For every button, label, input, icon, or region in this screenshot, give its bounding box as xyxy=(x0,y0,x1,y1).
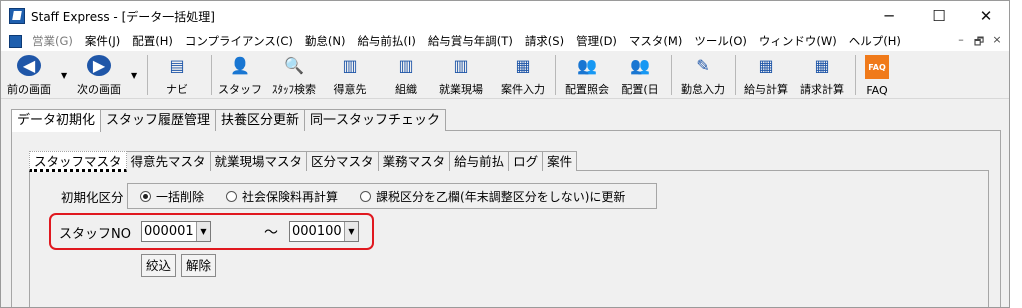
tab-business-master[interactable]: 業務マスタ xyxy=(377,151,451,171)
mdi-close-button[interactable]: × xyxy=(989,33,1005,46)
toolbar: ◀ 前の画面 ▼ ▶ 次の画面 ▼ ▤ ナビ 👤 スタッフ 🔍 ｽﾀｯﾌ検索 ▥… xyxy=(1,51,1009,99)
tab-job[interactable]: 案件 xyxy=(542,151,578,171)
staff-search-icon: 🔍 xyxy=(284,56,304,75)
client-building-icon: ▥ xyxy=(342,56,358,75)
navi-window-icon: ▤ xyxy=(169,56,185,75)
tab-work-site-master[interactable]: 就業現場マスタ xyxy=(209,151,308,171)
minimize-button[interactable]: ─ xyxy=(866,1,912,31)
radio-checked-icon xyxy=(140,190,151,202)
billing-calc-icon: ▦ xyxy=(814,56,830,75)
app-window: Staff Express - [データ一括処理] ─ ☐ ✕ 営業(G) 案件… xyxy=(0,0,1010,308)
tab-staff-history[interactable]: スタッフ履歴管理 xyxy=(100,109,217,131)
menu-haichi[interactable]: 配置(H) xyxy=(126,31,179,51)
assignment-people-icon: 👥 xyxy=(577,56,597,75)
faq-icon: FAQ xyxy=(865,55,889,79)
next-screen-button[interactable]: ▶ 次の画面 xyxy=(73,53,125,97)
mdi-document-icon[interactable] xyxy=(9,34,22,48)
prev-dropdown-icon[interactable]: ▼ xyxy=(61,71,67,80)
toolbar-separator xyxy=(211,55,212,95)
toolbar-separator xyxy=(735,55,736,95)
attendance-edit-icon: ✎ xyxy=(696,56,710,75)
chevron-down-icon[interactable]: ▼ xyxy=(196,222,210,241)
staff-no-from-select[interactable]: 000001 ▼ xyxy=(141,221,211,242)
staff-no-label: スタッフNO xyxy=(59,227,131,242)
menu-anken[interactable]: 案件(J) xyxy=(79,31,126,51)
staff-no-to-select[interactable]: 000100 ▼ xyxy=(289,221,359,242)
clear-button[interactable]: 解除 xyxy=(181,254,217,277)
radio-unchecked-icon xyxy=(360,190,372,202)
toolbar-separator xyxy=(555,55,556,95)
menu-master[interactable]: マスタ(M) xyxy=(623,31,688,51)
range-separator: ～ xyxy=(264,225,278,241)
job-input-button[interactable]: ▦ 案件入力 xyxy=(495,53,551,97)
organization-icon: ▥ xyxy=(398,56,414,75)
staff-button[interactable]: 👤 スタッフ xyxy=(218,53,262,97)
tab-duplicate-staff-check[interactable]: 同一スタッフチェック xyxy=(304,109,447,131)
payroll-calc-icon: ▦ xyxy=(758,56,774,75)
work-site-icon: ▥ xyxy=(453,56,469,75)
mdi-minimize-button[interactable]: – xyxy=(953,33,969,46)
radio-unchecked-icon xyxy=(226,190,238,202)
init-type-label: 初期化区分 xyxy=(61,190,124,205)
toolbar-separator xyxy=(147,55,148,95)
outer-tab-strip: データ初期化 スタッフ履歴管理 扶養区分更新 同一スタッフチェック xyxy=(11,109,447,132)
staff-person-icon: 👤 xyxy=(230,56,250,75)
menu-window[interactable]: ウィンドウ(W) xyxy=(753,31,843,51)
faq-button[interactable]: FAQ FAQ xyxy=(859,53,895,97)
menu-eigyo[interactable]: 営業(G) xyxy=(26,31,79,51)
menu-kintai[interactable]: 勤怠(N) xyxy=(299,31,352,51)
close-button[interactable]: ✕ xyxy=(963,1,1009,31)
work-site-button[interactable]: ▥ 就業現場 xyxy=(433,53,489,97)
radio-social-insurance-recalc[interactable]: 社会保険料再計算 xyxy=(226,188,338,205)
forward-arrow-icon: ▶ xyxy=(87,55,111,76)
organization-button[interactable]: ▥ 組織 xyxy=(383,53,429,97)
assignment-inquiry-button[interactable]: 👥 配置照会 xyxy=(559,53,615,97)
radio-bulk-delete[interactable]: 一括削除 xyxy=(140,188,204,205)
assignment-day-button[interactable]: 👥 配置(日 xyxy=(615,53,665,97)
window-title: Staff Express - [データ一括処理] xyxy=(31,9,215,24)
maximize-button[interactable]: ☐ xyxy=(916,1,962,31)
next-dropdown-icon[interactable]: ▼ xyxy=(131,71,137,80)
tab-advance-pay[interactable]: 給与前払 xyxy=(449,151,510,171)
job-input-icon: ▦ xyxy=(515,56,531,75)
menu-advance-pay[interactable]: 給与前払(I) xyxy=(351,31,421,51)
prev-screen-button[interactable]: ◀ 前の画面 xyxy=(5,53,53,97)
tab-data-init[interactable]: データ初期化 xyxy=(11,109,102,132)
tab-client-master[interactable]: 得意先マスタ xyxy=(125,151,211,171)
staff-search-button[interactable]: 🔍 ｽﾀｯﾌ検索 xyxy=(267,53,321,97)
filter-button[interactable]: 絞込 xyxy=(141,254,177,277)
menu-compliance[interactable]: コンプライアンス(C) xyxy=(179,31,299,51)
menu-payroll[interactable]: 給与賞与年調(T) xyxy=(422,31,519,51)
assignment-day-icon: 👥 xyxy=(630,56,650,75)
client-button[interactable]: ▥ 得意先 xyxy=(327,53,373,97)
title-bar: Staff Express - [データ一括処理] ─ ☐ ✕ xyxy=(1,1,1009,31)
menu-admin[interactable]: 管理(D) xyxy=(570,31,623,51)
payroll-calc-button[interactable]: ▦ 給与計算 xyxy=(739,53,793,97)
menu-billing[interactable]: 請求(S) xyxy=(519,31,570,51)
tab-staff-master[interactable]: スタッフマスタ xyxy=(29,151,127,172)
menu-tools[interactable]: ツール(O) xyxy=(688,31,753,51)
mdi-restore-button[interactable]: 🗗 xyxy=(971,33,987,52)
tab-category-master[interactable]: 区分マスタ xyxy=(306,151,379,171)
toolbar-separator xyxy=(855,55,856,95)
inner-tab-strip: スタッフマスタ 得意先マスタ 就業現場マスタ 区分マスタ 業務マスタ 給与前払 … xyxy=(29,151,578,172)
back-arrow-icon: ◀ xyxy=(17,55,41,76)
toolbar-separator xyxy=(671,55,672,95)
attendance-input-button[interactable]: ✎ 勤怠入力 xyxy=(675,53,731,97)
menu-bar: 営業(G) 案件(J) 配置(H) コンプライアンス(C) 勤怠(N) 給与前払… xyxy=(1,31,1009,51)
tab-log[interactable]: ログ xyxy=(508,151,544,171)
tab-dependent-update[interactable]: 扶養区分更新 xyxy=(215,109,306,131)
init-type-radio-group: 一括削除 社会保険料再計算 課税区分を乙欄(年末調整区分をしない)に更新 xyxy=(127,183,657,209)
chevron-down-icon[interactable]: ▼ xyxy=(344,222,358,241)
menu-help[interactable]: ヘルプ(H) xyxy=(843,31,907,51)
navi-button[interactable]: ▤ ナビ xyxy=(157,53,197,97)
billing-calc-button[interactable]: ▦ 請求計算 xyxy=(795,53,849,97)
radio-tax-category-update[interactable]: 課税区分を乙欄(年末調整区分をしない)に更新 xyxy=(360,188,625,205)
app-logo-icon xyxy=(9,8,25,24)
